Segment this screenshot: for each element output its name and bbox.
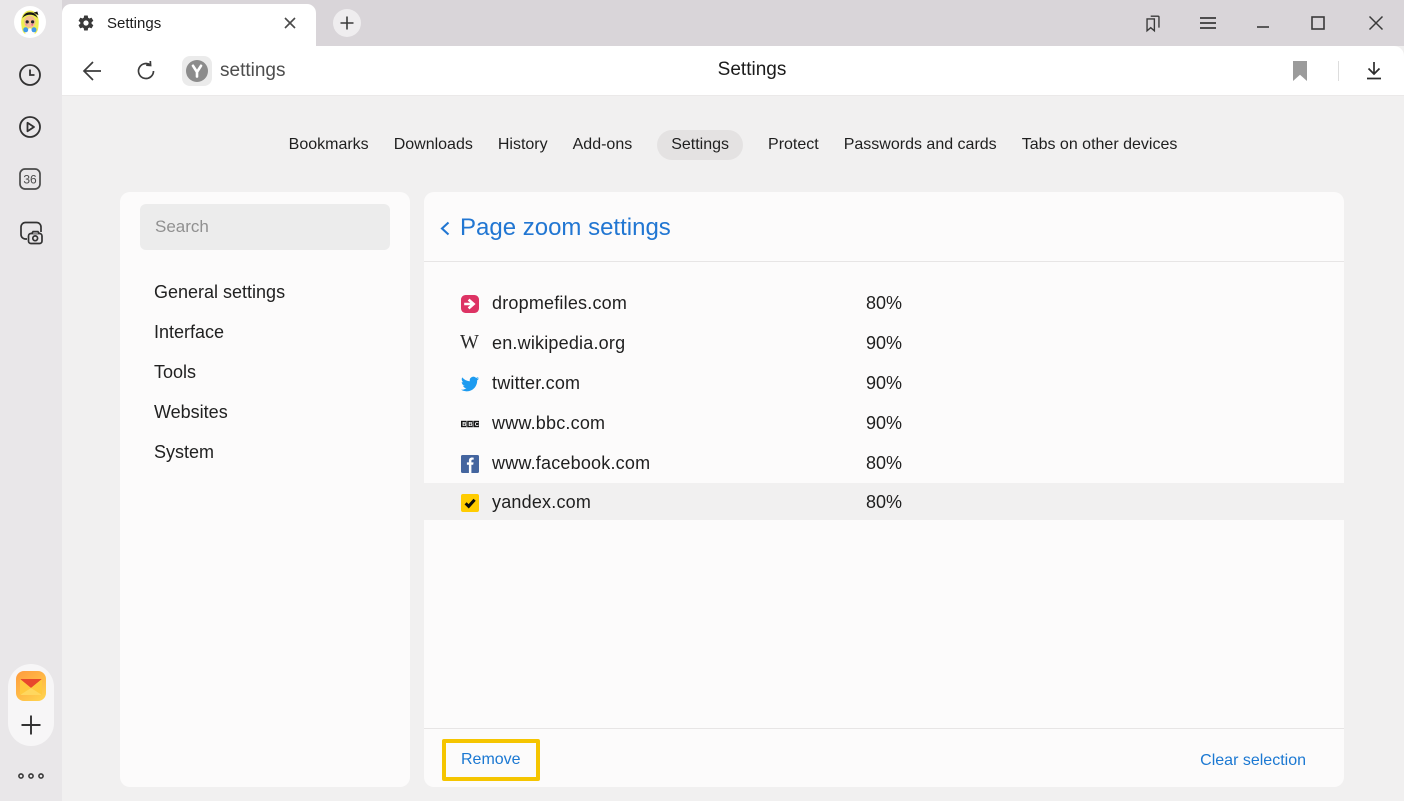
svg-text:36: 36 [23, 173, 37, 187]
svg-text:B: B [462, 422, 466, 428]
svg-text:B: B [468, 422, 472, 428]
svg-text:C: C [475, 422, 479, 428]
